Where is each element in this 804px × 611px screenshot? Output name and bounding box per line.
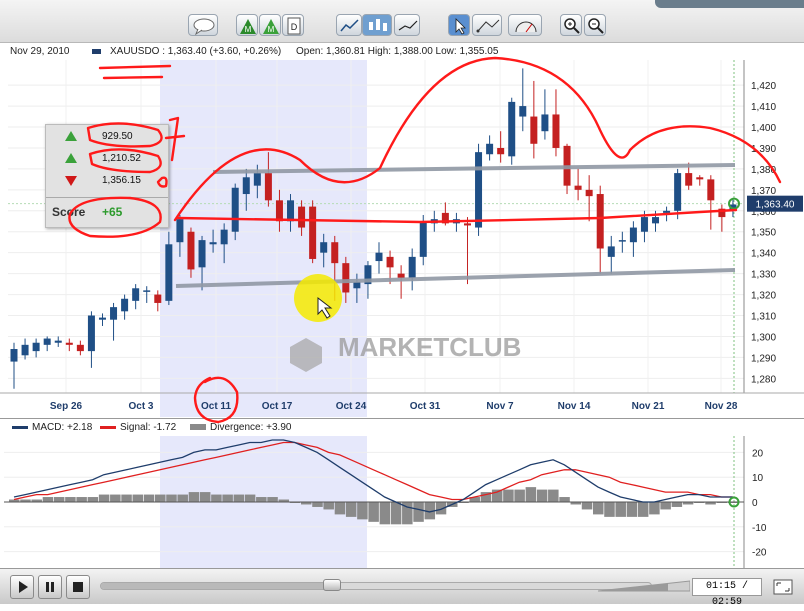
- fullscreen-icon[interactable]: [772, 577, 794, 597]
- pause-button[interactable]: [38, 575, 62, 599]
- score-circle-2: [88, 148, 162, 174]
- head-and-shoulders-curve: [173, 56, 782, 222]
- stop-button[interactable]: [66, 575, 90, 599]
- symbol-underline: [98, 64, 172, 80]
- support-channel-line: [175, 268, 736, 288]
- resistance-channel-line: [212, 163, 736, 174]
- seek-bar[interactable]: [100, 579, 652, 591]
- neckline: [176, 208, 738, 224]
- drawing-overlay: [68, 56, 782, 424]
- red-annotations: [68, 56, 782, 424]
- play-button[interactable]: [10, 575, 34, 599]
- score-mark: [156, 176, 168, 188]
- score-value-circle: [68, 196, 162, 238]
- seek-bar-thumb[interactable]: [323, 579, 341, 591]
- video-player-bar: 01:15 / 02:59: [0, 568, 804, 608]
- score-bracket: [164, 116, 186, 162]
- score-circle-1: [86, 122, 163, 148]
- playback-time: 01:15 / 02:59: [692, 578, 762, 608]
- seek-bar-progress: [101, 583, 332, 589]
- oct11-circle: [193, 376, 239, 424]
- volume-slider[interactable]: [598, 579, 690, 593]
